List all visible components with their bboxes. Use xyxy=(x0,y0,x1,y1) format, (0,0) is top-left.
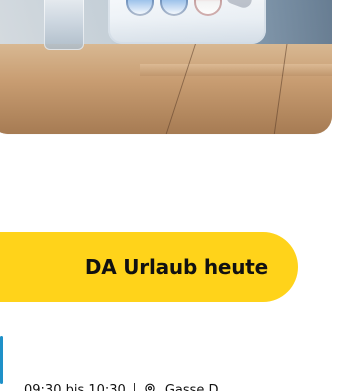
page-title: DA Urlaub heute xyxy=(84,255,268,279)
meta-separator xyxy=(133,383,135,391)
photo-glass xyxy=(44,0,84,50)
event-time: 09:30 bis 10:30 xyxy=(24,382,126,391)
title-pill[interactable]: DA Urlaub heute xyxy=(0,232,298,302)
info-accent-bar xyxy=(0,336,3,384)
hero-image-card[interactable] xyxy=(0,0,332,134)
map-pin-icon xyxy=(143,383,157,391)
event-location: Gasse D xyxy=(164,382,219,391)
photo-table-edge xyxy=(140,64,332,76)
photo-table xyxy=(0,44,332,134)
event-meta-row: 09:30 bis 10:30 Gasse D xyxy=(24,380,219,391)
page: DA Urlaub heute 09:30 bis 10:30 Gasse D xyxy=(0,0,340,391)
